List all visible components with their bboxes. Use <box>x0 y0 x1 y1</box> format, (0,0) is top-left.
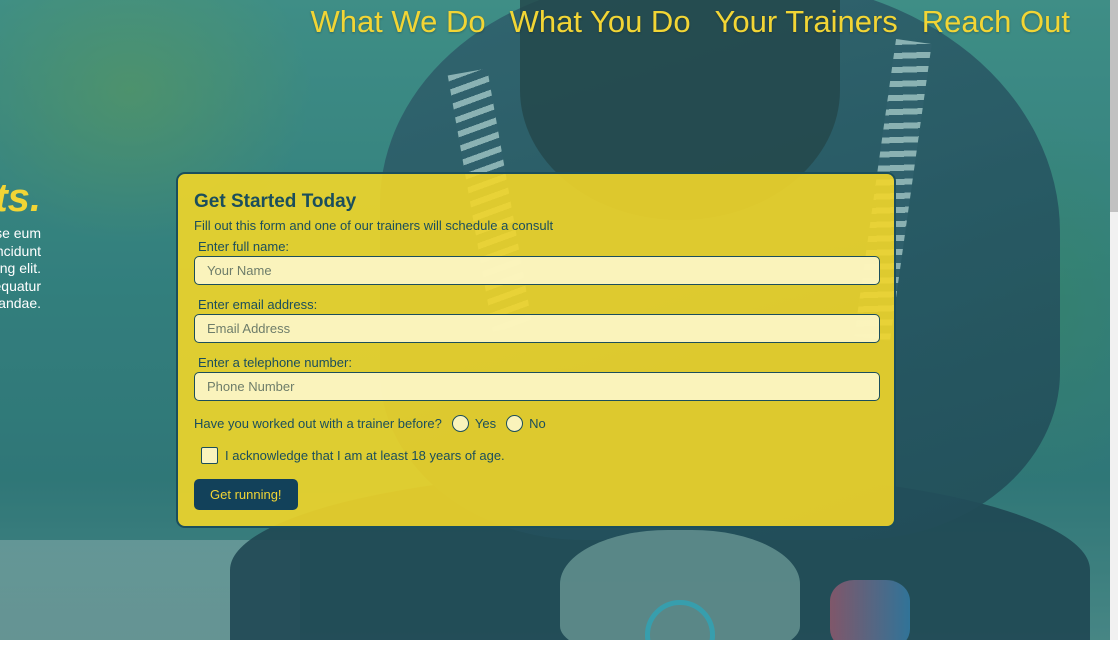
name-input[interactable] <box>194 256 880 285</box>
email-input[interactable] <box>194 314 880 343</box>
name-label: Enter full name: <box>198 239 290 254</box>
radio-yes[interactable] <box>451 414 469 432</box>
radio-yes-label: Yes <box>474 415 497 431</box>
hero-paragraph-line: equatur <box>0 277 41 294</box>
nav-what-we-do[interactable]: What We Do <box>310 4 485 40</box>
email-label: Enter email address: <box>198 297 318 312</box>
trainer-question-label: Have you worked out with a trainer befor… <box>194 415 442 431</box>
nav-what-you-do[interactable]: What You Do <box>510 4 691 40</box>
radio-no-label: No <box>529 415 546 431</box>
hero-heading: ts. <box>0 176 41 220</box>
submit-button[interactable]: Get running! <box>194 479 298 510</box>
main-nav: What We Do What You Do Your Trainers Rea… <box>310 4 1070 40</box>
form-title: Get Started Today <box>194 191 357 212</box>
acknowledge-label: I acknowledge that I am at least 18 year… <box>225 447 505 463</box>
hero-background: What We Do What You Do Your Trainers Rea… <box>0 0 1110 640</box>
trainer-question-row: Have you worked out with a trainer befor… <box>194 413 878 433</box>
nav-reach-out[interactable]: Reach Out <box>922 4 1070 40</box>
hero-paragraph-line: sse eum <box>0 225 41 241</box>
hero-paragraph-line: cing elit. <box>0 260 41 276</box>
radio-no[interactable] <box>506 414 524 432</box>
phone-input[interactable] <box>194 372 880 401</box>
form-subtitle: Fill out this form and one of our traine… <box>194 218 554 233</box>
scrollbar-thumb[interactable] <box>1110 0 1118 212</box>
hero-paragraph-line: incidunt <box>0 242 41 259</box>
age-checkbox[interactable] <box>201 446 218 464</box>
get-started-form: Get Started Today Fill out this form and… <box>176 172 896 528</box>
acknowledge-row: I acknowledge that I am at least 18 year… <box>194 445 878 465</box>
hero-paragraph: sse eum incidunt cing elit. equatur sand… <box>0 225 41 313</box>
nav-your-trainers[interactable]: Your Trainers <box>715 4 898 40</box>
phone-label: Enter a telephone number: <box>198 355 352 370</box>
hero-paragraph-line: sandae. <box>0 295 41 311</box>
